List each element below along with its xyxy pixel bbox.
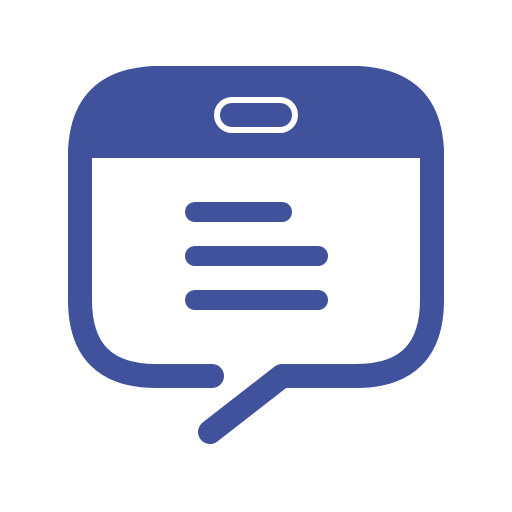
text-line-3 [185, 290, 328, 310]
text-line-1 [185, 202, 292, 222]
icon-canvas [0, 0, 512, 512]
chat-bubble-document-icon [68, 66, 444, 444]
text-line-2 [185, 246, 328, 266]
